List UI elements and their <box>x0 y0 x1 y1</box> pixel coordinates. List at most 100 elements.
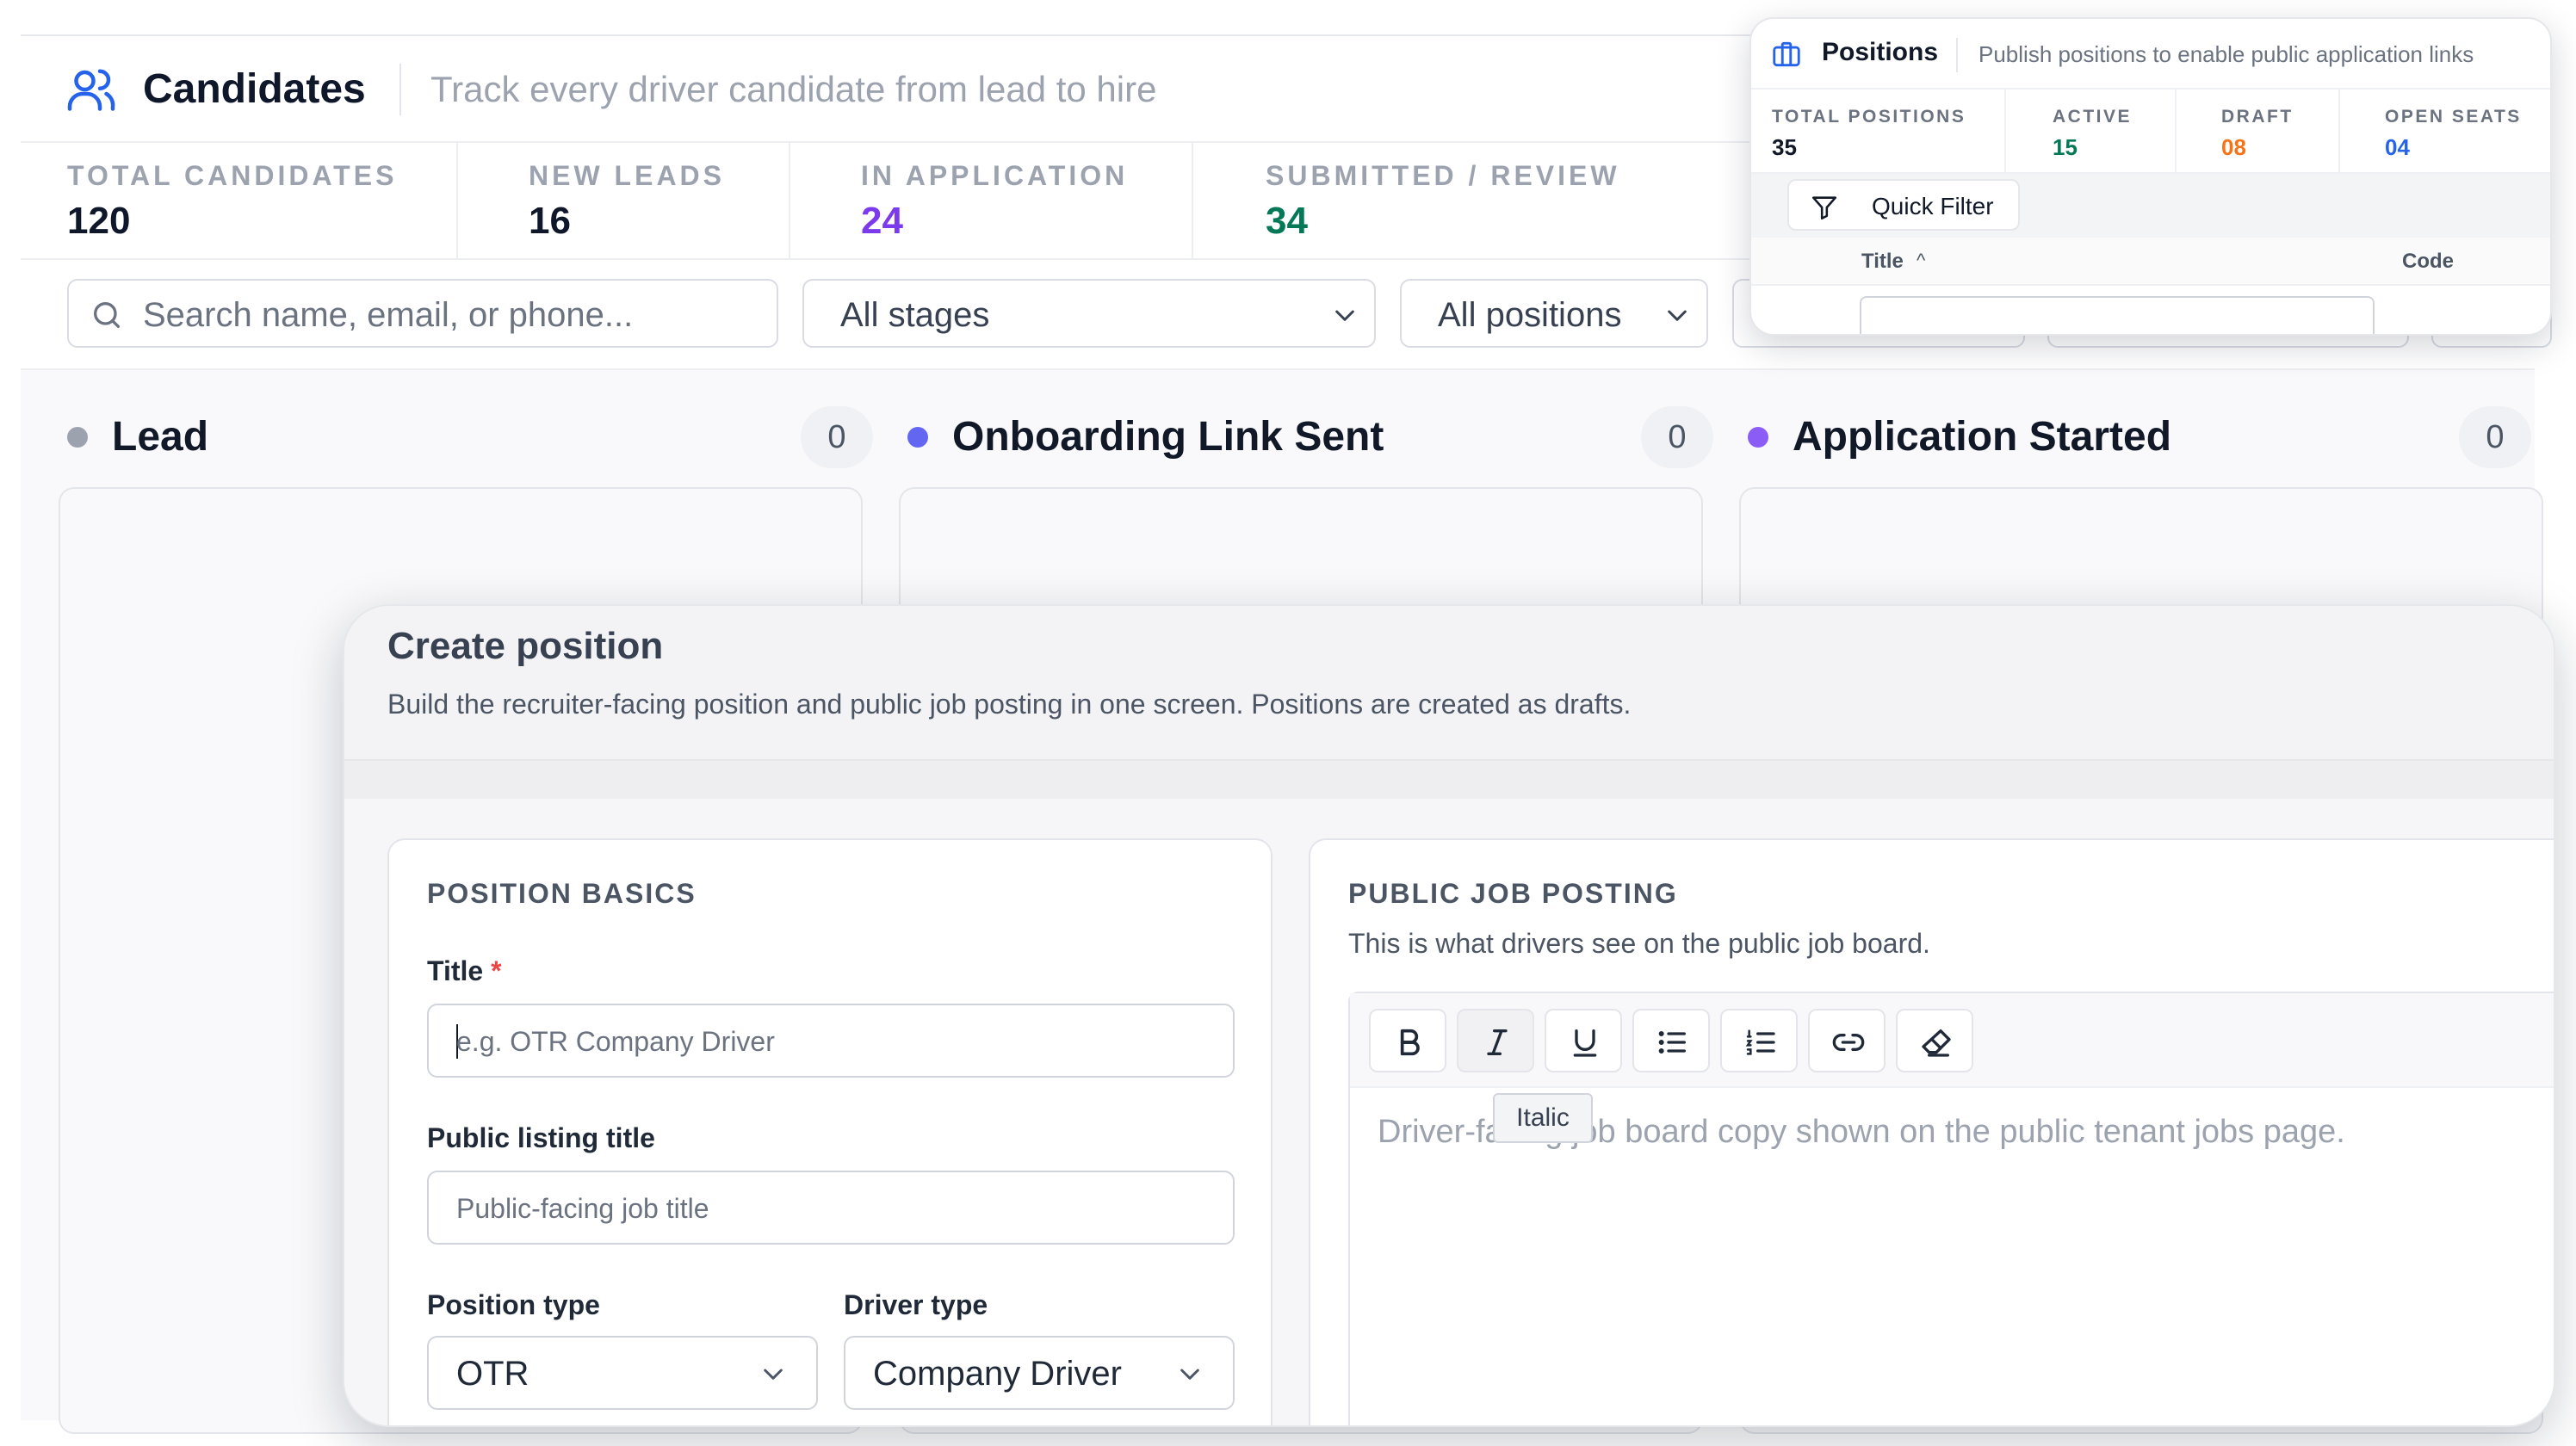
section-title: PUBLIC JOB POSTING <box>1348 878 1678 909</box>
bold-icon <box>1400 1029 1420 1056</box>
chevron-down-icon <box>1668 310 1687 321</box>
public-job-posting-card: PUBLIC JOB POSTING This is what drivers … <box>1309 838 2554 1425</box>
position-basics-card: POSITION BASICS Title * e.g. OTR Company… <box>387 838 1273 1425</box>
quick-filter-button[interactable]: Quick Filter <box>1787 179 2020 231</box>
position-type-value: OTR <box>456 1355 529 1393</box>
public-title-input[interactable]: Public-facing job title <box>427 1171 1235 1245</box>
stat-active: ACTIVE 15 <box>2006 90 2177 174</box>
status-dot <box>907 427 928 448</box>
modal-subtitle: Build the recruiter-facing position and … <box>387 689 1632 720</box>
page-subtitle: Track every driver candidate from lead t… <box>430 69 1157 109</box>
column-header-lead: Lead 0 <box>67 403 873 472</box>
users-icon <box>67 69 115 111</box>
stat-label: DRAFT <box>2221 107 2294 127</box>
driver-type-label: Driver type <box>844 1289 988 1320</box>
stat-value: 24 <box>861 200 903 242</box>
stat-label: IN APPLICATION <box>861 160 1129 191</box>
stat-total-positions: TOTAL POSITIONS 35 <box>1751 90 2006 174</box>
section-description: This is what drivers see on the public j… <box>1348 928 1930 959</box>
filter-icon <box>1811 196 1837 220</box>
briefcase-icon <box>1773 41 1800 67</box>
stat-value: 04 <box>2385 134 2410 160</box>
column-count: 0 <box>801 406 873 468</box>
stat-value: 16 <box>529 200 571 242</box>
positions-table-header: Title ^ Code <box>1751 238 2550 286</box>
position-select-value: All positions <box>1438 296 1622 334</box>
stat-submitted-review: SUBMITTED / REVIEW 34 <box>1193 143 1762 260</box>
page-title: Candidates <box>143 66 366 112</box>
rich-text-editor[interactable]: Driver-facing job board copy shown on th… <box>1348 992 2554 1425</box>
stat-value: 120 <box>67 200 131 242</box>
column-title: Lead <box>112 414 209 460</box>
driver-type-select[interactable]: Company Driver <box>844 1336 1235 1410</box>
column-count: 0 <box>2459 406 2531 468</box>
title-filter-input[interactable] <box>1860 296 2375 334</box>
stat-value: 15 <box>2053 134 2078 160</box>
stage-select[interactable]: All stages <box>802 279 1376 348</box>
positions-stats: TOTAL POSITIONS 35 ACTIVE 15 DRAFT 08 OP… <box>1751 90 2550 174</box>
clear-format-button[interactable] <box>1896 1009 1973 1072</box>
title-label: Title * <box>427 955 502 987</box>
column-header-title[interactable]: Title <box>1861 250 1904 274</box>
stat-value: 08 <box>2221 134 2246 160</box>
italic-button[interactable] <box>1457 1009 1534 1072</box>
stat-open-seats: OPEN SEATS 04 <box>2340 90 2550 174</box>
bold-button[interactable] <box>1369 1009 1446 1072</box>
chevron-down-icon <box>1180 1369 1199 1380</box>
link-icon <box>1832 1034 1865 1051</box>
chevron-down-icon <box>764 1369 783 1380</box>
position-type-label: Position type <box>427 1289 600 1320</box>
stat-label: NEW LEADS <box>529 160 725 191</box>
stat-label: SUBMITTED / REVIEW <box>1266 160 1620 191</box>
bullet-list-icon <box>1658 1030 1686 1054</box>
numbered-list-button[interactable] <box>1720 1009 1798 1072</box>
column-header-code[interactable]: Code <box>2402 250 2454 274</box>
header-divider <box>1956 38 1958 72</box>
underline-button[interactable] <box>1545 1009 1622 1072</box>
public-title-placeholder: Public-facing job title <box>456 1193 709 1224</box>
search-input[interactable]: Search name, email, or phone... <box>67 279 778 348</box>
stat-label: ACTIVE <box>2053 107 2133 127</box>
stat-new-leads: NEW LEADS 16 <box>458 143 790 260</box>
status-dot <box>67 427 88 448</box>
sort-ascending-icon[interactable]: ^ <box>1917 250 1925 272</box>
column-title: Application Started <box>1793 414 2172 460</box>
positions-panel: Positions Publish positions to enable pu… <box>1749 17 2552 336</box>
position-select[interactable]: All positions <box>1400 279 1708 348</box>
italic-icon <box>1487 1029 1508 1055</box>
column-header-onboarding-link-sent: Onboarding Link Sent 0 <box>907 403 1713 472</box>
modal-title: Create position <box>387 625 664 667</box>
positions-panel-header: Positions Publish positions to enable pu… <box>1751 19 2550 90</box>
search-placeholder: Search name, email, or phone... <box>143 296 634 334</box>
chevron-down-icon <box>1335 310 1354 321</box>
create-position-modal: Create position Build the recruiter-faci… <box>343 604 2555 1427</box>
link-button[interactable] <box>1808 1009 1886 1072</box>
modal-body: POSITION BASICS Title * e.g. OTR Company… <box>344 799 2554 1425</box>
stat-in-application: IN APPLICATION 24 <box>790 143 1193 260</box>
header-divider <box>399 64 401 115</box>
stage-select-value: All stages <box>840 296 990 334</box>
stat-value: 35 <box>1772 134 1797 160</box>
search-icon <box>94 302 120 328</box>
positions-title: Positions <box>1822 38 1939 66</box>
stat-label: TOTAL POSITIONS <box>1772 107 1966 127</box>
eraser-icon <box>1922 1029 1951 1057</box>
numbered-list-icon <box>1745 1029 1775 1055</box>
driver-type-value: Company Driver <box>873 1355 1122 1393</box>
bullet-list-button[interactable] <box>1632 1009 1710 1072</box>
title-label-text: Title <box>427 955 484 986</box>
italic-tooltip: Italic <box>1493 1093 1593 1143</box>
title-input[interactable]: e.g. OTR Company Driver <box>427 1004 1235 1078</box>
positions-toolbar: Quick Filter <box>1751 174 2550 238</box>
status-dot <box>1748 427 1768 448</box>
stat-label: OPEN SEATS <box>2385 107 2522 127</box>
underline-icon <box>1573 1029 1597 1057</box>
modal-band <box>344 761 2554 799</box>
editor-toolbar <box>1350 993 2554 1088</box>
stat-label: TOTAL CANDIDATES <box>67 160 398 191</box>
stat-value: 34 <box>1266 200 1308 242</box>
column-title: Onboarding Link Sent <box>952 414 1384 460</box>
column-header-application-started: Application Started 0 <box>1748 403 2554 472</box>
position-type-select[interactable]: OTR <box>427 1336 818 1410</box>
positions-subtitle: Publish positions to enable public appli… <box>1978 41 2474 67</box>
